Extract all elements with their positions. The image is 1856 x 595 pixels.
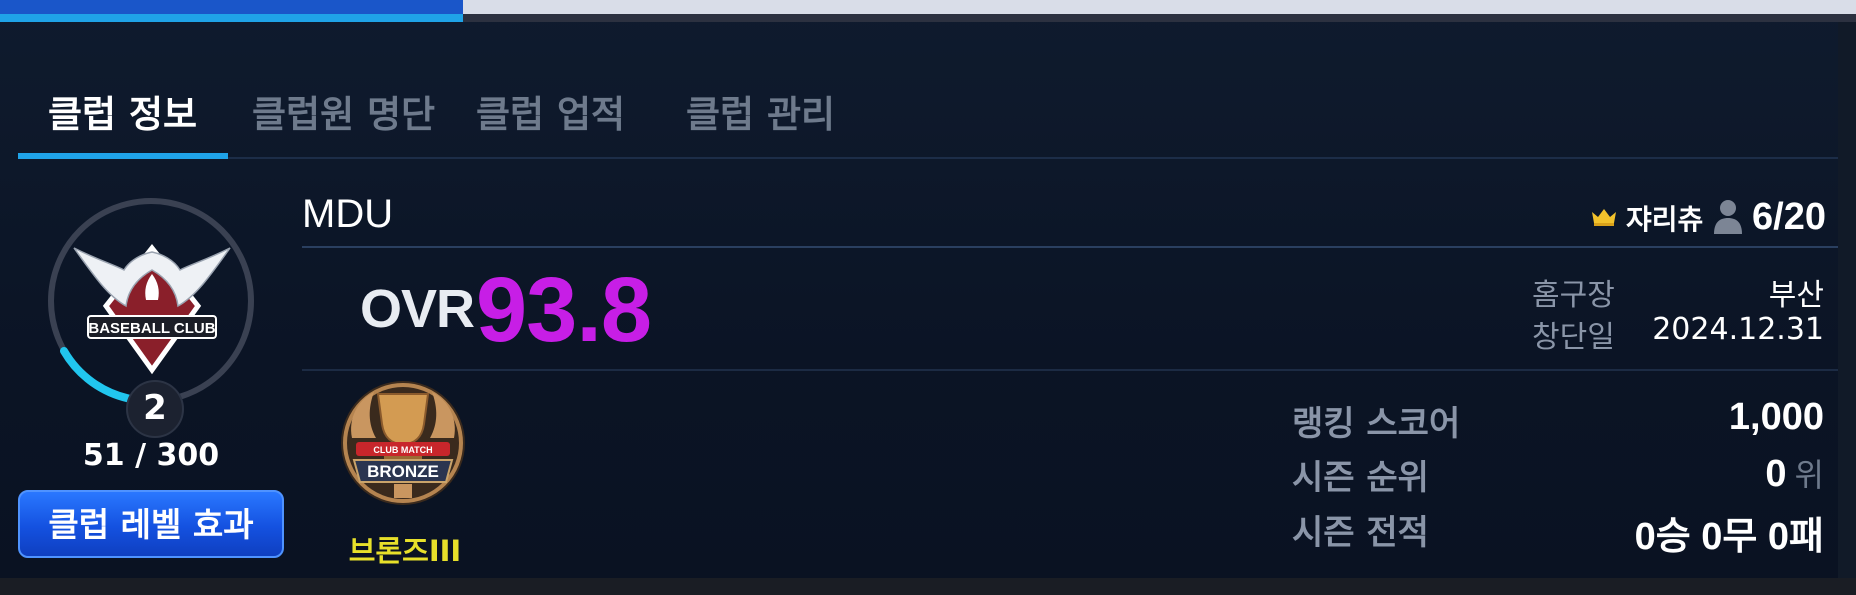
ovr-label: OVR xyxy=(360,279,475,339)
club-tabs: 클럽 정보 클럽원 명단 클럽 업적 클럽 관리 xyxy=(0,70,1856,160)
home-stadium-value: 부산 xyxy=(1768,278,1824,313)
top-progress-bar xyxy=(0,0,1856,22)
club-emblem-icon: BASEBALL CLUB xyxy=(73,243,231,375)
bottom-strip xyxy=(0,578,1856,595)
top-progress-track xyxy=(463,0,1856,14)
member-icon xyxy=(1714,200,1742,234)
crown-icon xyxy=(1592,209,1616,226)
club-level-effect-button[interactable]: 클럽 레벨 효과 xyxy=(18,490,284,558)
tab-club-management[interactable]: 클럽 관리 xyxy=(686,84,835,138)
club-name: MDU xyxy=(302,192,394,236)
member-count: 6/20 xyxy=(1752,196,1826,238)
tab-club-achievements[interactable]: 클럽 업적 xyxy=(476,84,625,138)
header-divider xyxy=(302,246,1838,248)
section-divider xyxy=(302,369,1838,371)
founded-date-label: 창단일 xyxy=(1532,320,1615,355)
club-owner-name: 쟈리츄 xyxy=(1626,203,1704,236)
club-level-badge: 2 xyxy=(126,380,184,438)
season-rank-number: 0 xyxy=(1765,453,1787,495)
active-tab-indicator xyxy=(18,153,228,159)
season-rank-label: 시즌 순위 xyxy=(1292,458,1429,498)
founded-date-value: 2024.12.31 xyxy=(1652,312,1824,347)
season-record-value: 0승 0무 0패 xyxy=(1634,516,1824,558)
ranking-score-value: 1,000 xyxy=(1728,396,1824,438)
tier-badge-text: BRONZE xyxy=(367,462,439,481)
club-info-screen: 클럽 정보 클럽원 명단 클럽 업적 클럽 관리 BASEBALL CLUB 2… xyxy=(0,0,1856,595)
tier-badge-subtext: CLUB MATCH xyxy=(373,445,432,455)
home-stadium-label: 홈구장 xyxy=(1532,278,1615,313)
top-progress-fill xyxy=(0,0,463,14)
ranking-score-label: 랭킹 스코어 xyxy=(1292,404,1461,444)
top-progress-highlight xyxy=(0,14,463,22)
club-exp-text: 51 / 300 xyxy=(82,438,220,473)
emblem-label: BASEBALL CLUB xyxy=(88,320,215,337)
season-record-label: 시즌 전적 xyxy=(1292,513,1429,553)
tab-club-members[interactable]: 클럽원 명단 xyxy=(252,84,435,138)
ovr-value: 93.8 xyxy=(476,259,652,361)
bronze-tier-badge-icon: CLUB MATCH BRONZE xyxy=(341,381,465,505)
season-rank-unit: 위 xyxy=(1794,457,1824,493)
tabs-divider xyxy=(18,157,1838,159)
season-rank-value: 0위 xyxy=(1765,450,1824,496)
tab-club-info[interactable]: 클럽 정보 xyxy=(48,84,197,138)
tier-name: 브론즈III xyxy=(348,534,462,568)
